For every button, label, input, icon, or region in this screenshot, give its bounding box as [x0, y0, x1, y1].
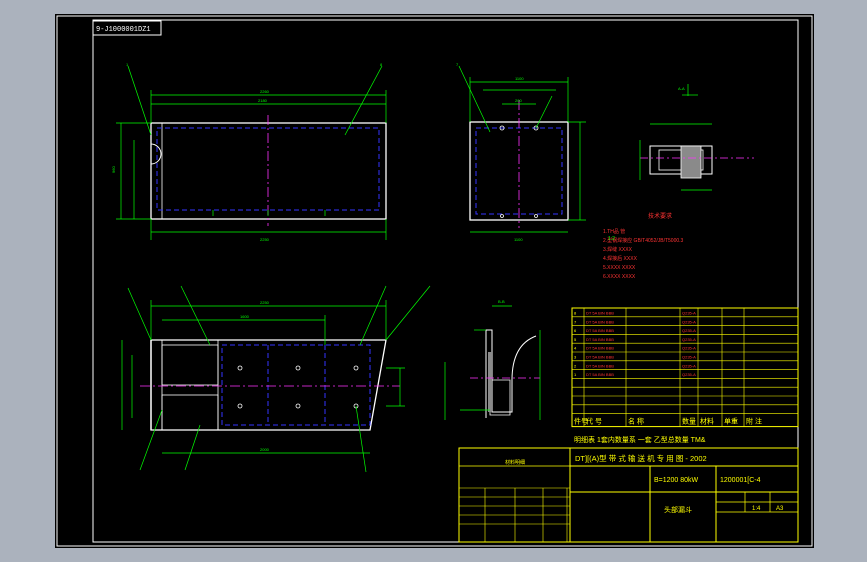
- cad-drawing: 9-J1000001DZ1 2260 2180 2250 960 1 8 110…: [56, 15, 813, 547]
- detail-view: A-A: [639, 84, 754, 191]
- tech-req-line: 4.焊接后 XXXX: [603, 255, 638, 262]
- bom-cell: DT 5A BIN BBB: [586, 311, 614, 316]
- bom-cell: 5: [574, 337, 577, 342]
- sheet-cell: A3: [776, 506, 784, 512]
- cad-viewport: 9-J1000001DZ1 2260 2180 2250 960 1 8 110…: [0, 0, 867, 562]
- svg-text:2250: 2250: [260, 237, 270, 242]
- bom-cell: 3: [574, 355, 577, 360]
- bom-cell: 6: [574, 328, 577, 333]
- bom-cell: 2: [574, 363, 577, 368]
- plan-view: 2250 1600 2000: [121, 285, 431, 473]
- scale-label: 1:2: [608, 236, 615, 242]
- svg-text:2180: 2180: [258, 98, 268, 103]
- revision-table: [459, 487, 570, 542]
- tech-req-line: 5.XXXX XXXX: [603, 265, 636, 271]
- bom-header-cell: 材料: [700, 417, 714, 426]
- bom-header-cell: 单重: [724, 417, 738, 426]
- tech-req-line: 6.XXXX XXXX: [603, 274, 636, 280]
- bom-cell: DT 5A BIN BBB: [586, 355, 614, 360]
- tech-req-title: 技术要求: [648, 212, 672, 220]
- bom-cell: Q235-A: [682, 346, 696, 351]
- svg-text:1: 1: [126, 62, 129, 67]
- svg-text:B-B: B-B: [498, 299, 505, 304]
- bom-header-cell: 附 注: [746, 417, 762, 426]
- svg-text:7: 7: [456, 62, 459, 67]
- bom-cell: Q235-A: [682, 328, 696, 333]
- drawing-sheet: 9-J1000001DZ1 2260 2180 2250 960 1 8 110…: [55, 14, 814, 548]
- bom-cell: 4: [574, 346, 577, 351]
- drawing-number: 1200001[C-4: [720, 477, 761, 484]
- bom-cell: DT 5A BIN BBB: [586, 346, 614, 351]
- bom-note: 明细表 1套内数量系 一套 乙型总数量 TM&: [574, 435, 706, 444]
- scale-cell: 1:4: [752, 506, 761, 512]
- side-view: 1100 200 1100 7: [456, 62, 586, 242]
- svg-text:1600: 1600: [240, 314, 250, 319]
- bom-cell: 7: [574, 319, 577, 324]
- svg-text:1100: 1100: [514, 237, 523, 242]
- inner-frame: [92, 19, 799, 543]
- bom-cell: 1: [574, 372, 577, 377]
- bom-cell: 8: [574, 311, 577, 316]
- bom-cell: Q235-A: [682, 319, 696, 324]
- bom-cell: Q235-A: [682, 311, 696, 316]
- bom-cell: DT 5A BIN BBB: [586, 319, 614, 324]
- bom-header-cell: 名 称: [628, 417, 644, 426]
- svg-text:200: 200: [515, 98, 522, 103]
- bom-header-cell: 代 号: [586, 417, 602, 426]
- part-name: 头部漏斗: [664, 505, 692, 514]
- drawing-code-box: 9-J1000001DZ1: [92, 20, 162, 36]
- bom-cell: Q235-A: [682, 372, 696, 377]
- bom-cell: DT 5A BIN BBB: [586, 328, 614, 333]
- bom-header-cell: 数量: [682, 417, 696, 426]
- svg-text:2260: 2260: [260, 89, 270, 94]
- bom-cell: Q235-A: [682, 337, 696, 342]
- svg-text:A-A: A-A: [678, 86, 685, 91]
- series-title: DT][(A)型 带 式 输 送 机 专 用 图 - 2002: [575, 453, 707, 463]
- svg-text:2000: 2000: [260, 447, 270, 452]
- tech-req-line: 2.型钢焊接应 GB/T4052/JB/T5000.3: [603, 237, 684, 244]
- bom-cell: DT 5A BIN BBB: [586, 363, 614, 368]
- bom-table: 8 DT 5A BIN BBB Q235-A 7 DT 5A BIN BBB Q235-A…: [571, 307, 799, 428]
- section-view: B-B: [444, 299, 541, 420]
- svg-text:8: 8: [380, 62, 383, 67]
- tech-req-line: 3.焊缝 XXXX: [603, 246, 633, 253]
- svg-text:1100: 1100: [515, 76, 524, 81]
- bom-cell: DT 5A BIN BBB: [586, 372, 614, 377]
- title-block: DT][(A)型 带 式 输 送 机 专 用 图 - 2002 B=1200 8…: [458, 447, 799, 543]
- front-view: 2260 2180 2250 960 1 8: [111, 62, 387, 242]
- revision-title: 材料明细: [505, 459, 525, 466]
- bom-cell: DT 5A BIN BBB: [586, 337, 614, 342]
- svg-text:960: 960: [111, 166, 116, 173]
- svg-text:2250: 2250: [260, 300, 270, 305]
- spec-text: B=1200 80kW: [654, 477, 699, 484]
- drawing-code-text: 9-J1000001DZ1: [96, 26, 151, 34]
- bom-cell: Q235-A: [682, 363, 696, 368]
- technical-requirements: 技术要求 1.TH品 管 2.型钢焊接应 GB/T4052/JB/T5000.3 3…: [603, 212, 684, 280]
- tech-req-line: 1.TH品 管: [603, 228, 625, 235]
- bom-cell: Q235-A: [682, 355, 696, 360]
